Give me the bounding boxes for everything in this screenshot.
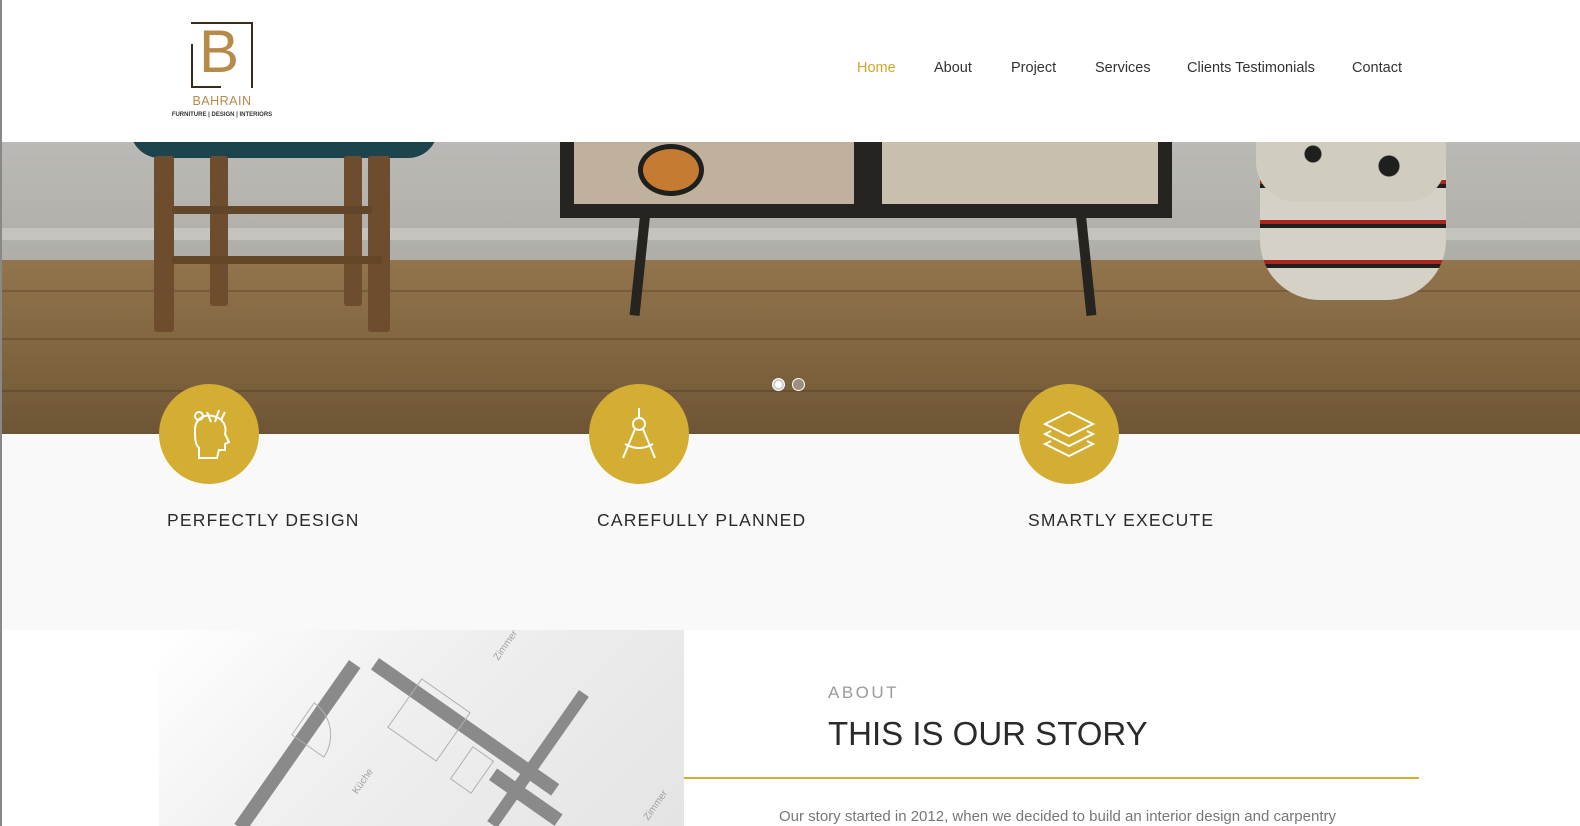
- about-kicker: ABOUT: [828, 683, 900, 702]
- feature-title-planned: CAREFULLY PLANNED: [597, 510, 807, 530]
- logo-tagline: FURNITURE | DESIGN | INTERIORS: [171, 112, 273, 118]
- blueprint-label: Küche: [350, 766, 376, 797]
- page: B BAHRAIN FURNITURE | DESIGN | INTERIORS…: [0, 0, 1580, 826]
- nav-clients-testimonials[interactable]: Clients Testimonials: [1187, 60, 1315, 76]
- about-blueprint-image: Küche Zimmer Zimmer: [159, 630, 684, 826]
- feature-icon-design: [159, 384, 259, 484]
- layers-icon: [1043, 410, 1095, 458]
- nav-project[interactable]: Project: [1011, 60, 1056, 76]
- nav-home[interactable]: Home: [857, 60, 896, 76]
- site-header: B BAHRAIN FURNITURE | DESIGN | INTERIORS…: [2, 0, 1580, 142]
- feature-title-design: PERFECTLY DESIGN: [167, 510, 360, 530]
- head-tools-icon: [193, 409, 231, 459]
- nav-contact[interactable]: Contact: [1352, 60, 1402, 76]
- slider-dot-2[interactable]: [792, 378, 805, 391]
- site-logo[interactable]: B BAHRAIN FURNITURE | DESIGN | INTERIORS: [167, 20, 277, 124]
- about-text: Our story started in 2012, when we decid…: [779, 808, 1336, 825]
- logo-letter: B: [199, 18, 240, 85]
- blueprint-label: Zimmer: [641, 788, 671, 823]
- about-divider: [684, 777, 1419, 779]
- feature-icon-execute: [1019, 384, 1119, 484]
- logo-brand-name: BAHRAIN: [192, 94, 252, 108]
- hero-slider: [2, 142, 1580, 434]
- feature-title-execute: SMARTLY EXECUTE: [1028, 510, 1215, 530]
- feature-icon-planned: [589, 384, 689, 484]
- nav-services[interactable]: Services: [1095, 60, 1151, 76]
- nav-about[interactable]: About: [934, 60, 972, 76]
- compass-icon: [622, 408, 656, 459]
- about-title: THIS IS OUR STORY: [828, 715, 1148, 752]
- slider-dot-1[interactable]: [772, 378, 785, 391]
- blueprint-label: Zimmer: [491, 630, 521, 663]
